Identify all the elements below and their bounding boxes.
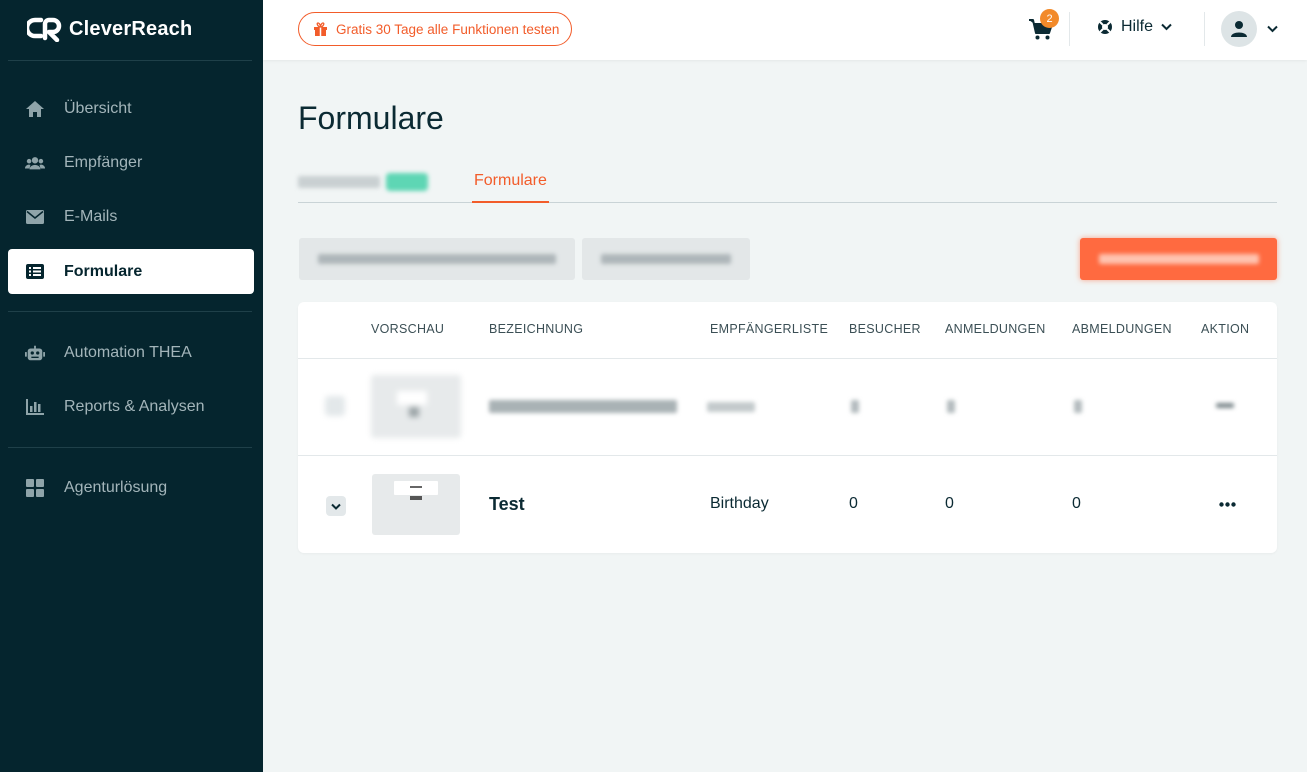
- row-divider: [298, 455, 1277, 456]
- thumbnail-content: [409, 407, 419, 417]
- sidebar-divider: [8, 60, 252, 61]
- column-header-preview: VORSCHAU: [371, 322, 445, 336]
- tab-formulare[interactable]: Formulare: [472, 160, 549, 203]
- topbar-divider: [1204, 12, 1205, 46]
- robot-icon: [25, 343, 45, 363]
- users-icon: [25, 153, 45, 173]
- chart-icon: [25, 397, 45, 417]
- sidebar-item-label: Empfänger: [64, 153, 143, 171]
- blurred-value: [1074, 400, 1082, 413]
- gift-icon: [314, 21, 327, 36]
- trial-promo-button[interactable]: Gratis 30 Tage alle Funktionen testen: [298, 12, 573, 46]
- list-icon: [25, 262, 45, 282]
- column-header-action: AKTION: [1201, 322, 1250, 336]
- blurred-filter-button[interactable]: [299, 238, 575, 280]
- lifebuoy-icon: [1098, 20, 1112, 34]
- form-name[interactable]: Test: [489, 494, 525, 515]
- thumbnail-content: [397, 391, 427, 405]
- column-header-signups[interactable]: ANMELDUNGEN: [945, 322, 1046, 336]
- thumbnail-content: [410, 496, 422, 500]
- unsubscribes-count: 0: [1072, 495, 1081, 512]
- thumbnail-content: [410, 486, 422, 488]
- column-header-name[interactable]: BEZEICHNUNG: [489, 322, 583, 336]
- sidebar-item-label: Reports & Analysen: [64, 397, 205, 415]
- sidebar-item-empfaenger[interactable]: Empfänger: [8, 140, 254, 185]
- expand-button[interactable]: [326, 496, 346, 516]
- sidebar-item-label: Automation THEA: [64, 343, 192, 361]
- forms-table: VORSCHAU BEZEICHNUNG EMPFÄNGERLISTE BESU…: [298, 302, 1277, 553]
- sidebar-item-label: Übersicht: [64, 99, 132, 117]
- sidebar-item-emails[interactable]: E-Mails: [8, 194, 254, 239]
- user-menu[interactable]: [1221, 11, 1278, 47]
- sidebar-item-agenturloesung[interactable]: Agenturlösung: [8, 465, 254, 510]
- visitors-count: 0: [849, 495, 858, 512]
- sidebar-item-label: Formulare: [64, 262, 143, 280]
- avatar: [1221, 11, 1257, 47]
- page-title: Formulare: [298, 100, 444, 136]
- blurred-value: [851, 400, 859, 413]
- blurred-list-name: [707, 402, 755, 412]
- envelope-icon: [25, 207, 45, 227]
- row-divider: [298, 358, 1277, 359]
- tab-blurred[interactable]: [298, 160, 438, 203]
- promo-label: Gratis 30 Tage alle Funktionen testen: [336, 21, 560, 37]
- blurred-button-label: [1098, 254, 1259, 264]
- blurred-action-icon[interactable]: [1216, 403, 1234, 408]
- help-menu[interactable]: Hilfe: [1097, 18, 1172, 36]
- sidebar-item-uebersicht[interactable]: Übersicht: [8, 86, 254, 131]
- more-actions-icon[interactable]: [1219, 502, 1236, 507]
- tab-bar: Formulare: [298, 160, 1277, 203]
- blurred-filter-button[interactable]: [582, 238, 750, 280]
- tab-label: Formulare: [474, 171, 547, 189]
- thumbnail-content: [394, 481, 438, 495]
- topbar: Gratis 30 Tage alle Funktionen testen 2 …: [263, 0, 1307, 60]
- brand-name: CleverReach: [69, 17, 193, 40]
- sidebar-item-label: Agenturlösung: [64, 478, 168, 496]
- column-header-visitors[interactable]: BESUCHER: [849, 322, 921, 336]
- cleverreach-logo[interactable]: CleverReach: [27, 16, 192, 42]
- blurred-button-label: [318, 254, 556, 264]
- sidebar-divider: [8, 311, 252, 312]
- help-label: Hilfe: [1121, 18, 1154, 35]
- chevron-down-icon: [1267, 25, 1278, 33]
- sidebar-divider: [8, 447, 252, 448]
- form-preview-thumbnail[interactable]: [372, 474, 460, 535]
- blurred-tab-label: [298, 175, 380, 188]
- cleverreach-logo-icon: [27, 17, 62, 42]
- chevron-down-icon: [1161, 23, 1172, 31]
- column-header-list[interactable]: EMPFÄNGERLISTE: [710, 322, 828, 336]
- sidebar-item-automation-thea[interactable]: Automation THEA: [8, 330, 254, 375]
- sidebar-item-formulare[interactable]: Formulare: [8, 249, 254, 294]
- user-icon: [1231, 21, 1247, 37]
- grid-icon: [25, 478, 45, 498]
- blurred-create-button[interactable]: [1080, 238, 1277, 280]
- expand-button[interactable]: [325, 396, 345, 416]
- sidebar-item-reports[interactable]: Reports & Analysen: [8, 384, 254, 429]
- sidebar: CleverReach Übersicht Empfänger E-Mails …: [0, 0, 263, 772]
- recipient-list: Birthday: [710, 495, 769, 512]
- blurred-button-label: [601, 254, 731, 264]
- column-header-unsubscribes[interactable]: ABMELDUNGEN: [1072, 322, 1172, 336]
- blurred-tab-badge: [386, 172, 428, 191]
- blurred-value: [947, 400, 955, 413]
- signups-count: 0: [945, 495, 954, 512]
- form-preview-thumbnail[interactable]: [371, 375, 461, 438]
- cart-count-badge: 2: [1040, 9, 1059, 28]
- blurred-form-name: [489, 400, 677, 413]
- topbar-divider: [1069, 12, 1070, 46]
- sidebar-item-label: E-Mails: [64, 207, 118, 225]
- home-icon: [25, 99, 45, 119]
- chevron-down-icon: [331, 503, 341, 510]
